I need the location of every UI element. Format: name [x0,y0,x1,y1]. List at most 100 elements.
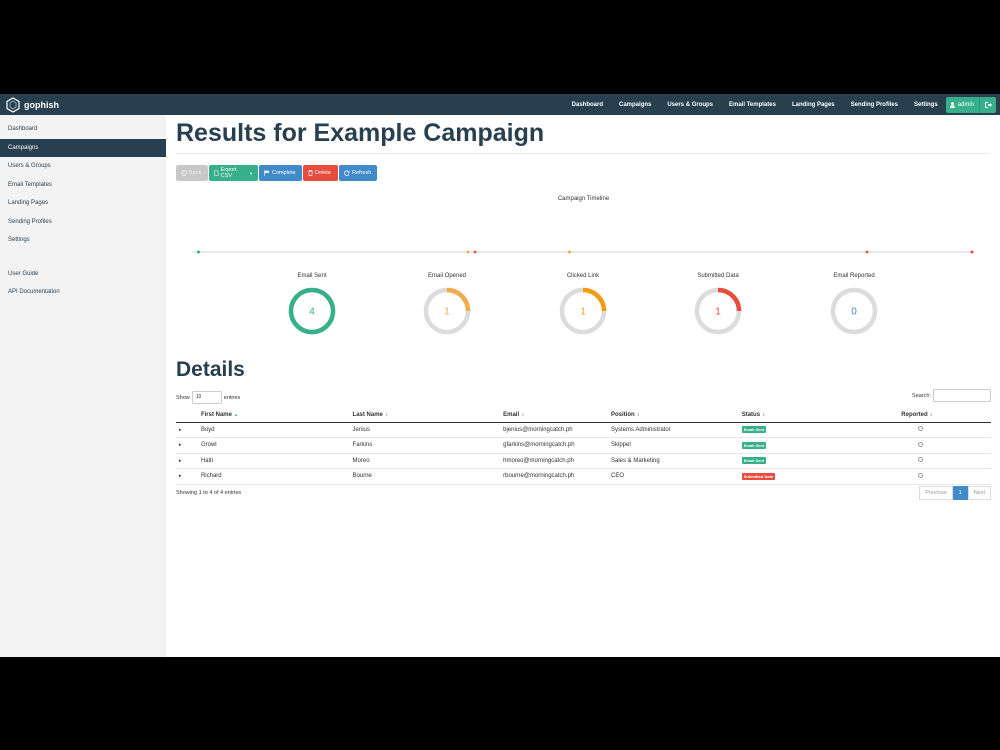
table-row[interactable]: ▸ Haiti Moreo hmoreo@morningcatch.ph Sales &… [176,453,991,469]
user-icon [949,101,955,108]
status-badge: Email Sent [741,426,767,434]
sidebar-item-landing-pages[interactable]: Landing Pages [0,194,166,213]
table-body: ▸ Boyd Jenius bjenius@morningcatch.ph System… [176,422,991,485]
page-size-select[interactable]: 10 [191,391,222,404]
previous-page-button[interactable]: Previous [919,486,953,500]
column-email-label: Email [503,411,520,418]
nav-campaigns[interactable]: Campaigns [611,102,659,108]
timeline-event-marker[interactable] [197,250,200,254]
stat-value: 1 [580,307,586,318]
nav-landing-pages[interactable]: Landing Pages [784,102,843,108]
show-label: Show [176,394,190,401]
brand[interactable]: gophish [6,96,59,113]
timeline-event-marker[interactable] [568,250,571,254]
file-icon [214,170,219,176]
entries-label: entries [223,394,241,401]
expand-row-icon[interactable]: ▸ [179,442,182,448]
status-badge: Email Sent [741,457,767,465]
cell-position: Sales & Marketing [608,453,739,469]
nav-settings[interactable]: Settings [906,102,946,108]
nav-dashboard[interactable]: Dashboard [564,102,611,108]
column-position[interactable]: Position ⇕ [608,408,739,423]
delete-button[interactable]: Delete [303,165,338,181]
admin-button[interactable]: admin [945,96,996,113]
cell-last-name: Bourne [349,468,501,485]
nav-email-templates[interactable]: Email Templates [721,102,784,108]
campaign-timeline: 11:08:5011:09:0011:09:1011:09:2011:09:30… [193,250,974,254]
export-label: Export CSV [220,167,237,179]
stat-submitted-data: Submitted Data 1 [673,273,763,336]
top-navbar: gophish Dashboard Campaigns Users & Grou… [0,94,1000,115]
next-page-button[interactable]: Next [967,486,991,500]
stat-label: Submitted Data [697,273,739,279]
cell-status: Email Sent [738,453,899,469]
column-first-name[interactable]: First Name ▲ [197,408,350,423]
column-status[interactable]: Status ⇕ [738,408,899,423]
cell-email: gfarkins@morningcatch.ph [500,437,608,454]
sidebar-item-campaigns[interactable]: Campaigns [0,138,166,157]
logout-icon[interactable] [985,101,992,108]
timeline-event-marker[interactable] [970,250,974,254]
column-last-name[interactable]: Last Name ⇕ [349,408,501,423]
reported-indicator-icon [918,441,923,447]
trash-icon [308,170,313,176]
nav-sending-profiles[interactable]: Sending Profiles [843,102,906,108]
sidebar-item-dashboard[interactable]: Dashboard [0,120,166,139]
sort-icon: ⇕ [384,411,389,417]
cell-last-name: Jenius [349,422,501,438]
expand-row-icon[interactable]: ▸ [179,427,182,433]
nav-users-groups[interactable]: Users & Groups [659,102,721,108]
cell-position: Skipper [608,437,739,454]
sidebar-item-email-templates[interactable]: Email Templates [0,176,166,195]
timeline-event-marker[interactable] [473,250,477,254]
column-reported[interactable]: Reported ⇕ [898,408,991,423]
sort-icon: ⇕ [929,411,933,417]
cell-email: bjenius@morningcatch.ph [500,422,608,438]
reported-indicator-icon [918,457,923,463]
app-window: gophish Dashboard Campaigns Users & Grou… [0,94,1000,657]
sidebar-item-users-groups[interactable]: Users & Groups [0,157,166,176]
gophish-logo-icon [6,96,20,113]
timeline-title: Campaign Timeline [557,196,610,202]
refresh-button[interactable]: Refresh [339,165,377,181]
cell-reported [898,422,991,438]
details-title: Details [176,358,245,381]
sidebar-item-user-guide[interactable]: User Guide [0,265,166,284]
timeline-event-marker[interactable] [865,250,869,254]
sidebar-item-api-documentation[interactable]: API Documentation [0,283,166,302]
expand-column-header [176,408,198,423]
page-1-button[interactable]: 1 [952,486,968,500]
donut-chart: 4 [288,287,336,335]
export-csv-button[interactable]: Export CSV ▼ [209,165,258,181]
title-divider [176,153,990,154]
complete-button[interactable]: Complete [259,165,302,181]
status-badge: Submitted Data [741,472,776,480]
complete-label: Complete [272,170,296,176]
table-header-row: First Name ▲ Last Name ⇕ Email ⇕ Position ⇕ … [176,408,991,423]
cell-status: Email Sent [738,422,899,438]
column-email[interactable]: Email ⇕ [500,408,608,423]
stat-value: 0 [851,307,857,318]
top-nav-links: Dashboard Campaigns Users & Groups Email… [564,94,1000,115]
table-row[interactable]: ▸ Richard Bourne rbourne@morningcatch.ph CEO… [176,468,991,485]
table-row[interactable]: ▸ Growl Farkins gfarkins@morningcatch.ph Ski… [176,437,991,454]
column-last-name-label: Last Name [352,411,383,418]
expand-row-icon[interactable]: ▸ [179,458,182,464]
expand-row-icon[interactable]: ▸ [179,473,182,479]
sidebar-item-sending-profiles[interactable]: Sending Profiles [0,213,166,232]
cell-reported [898,437,991,454]
sort-asc-icon: ▲ [233,411,238,417]
timeline-event-marker[interactable] [466,250,470,254]
stat-label: Email Opened [427,273,467,279]
back-button[interactable]: Back [176,165,208,181]
cell-first-name: Boyd [197,422,350,438]
table-row[interactable]: ▸ Boyd Jenius bjenius@morningcatch.ph System… [176,422,991,438]
showing-entries-info: Showing 1 to 4 of 4 entries [176,490,242,496]
stat-label: Clicked Link [566,273,600,279]
sidebar-item-settings[interactable]: Settings [0,231,166,250]
reported-indicator-icon [918,472,923,478]
sort-icon: ⇕ [636,411,641,417]
search-input[interactable] [933,389,991,402]
refresh-icon [344,170,350,176]
column-position-label: Position [611,411,635,418]
